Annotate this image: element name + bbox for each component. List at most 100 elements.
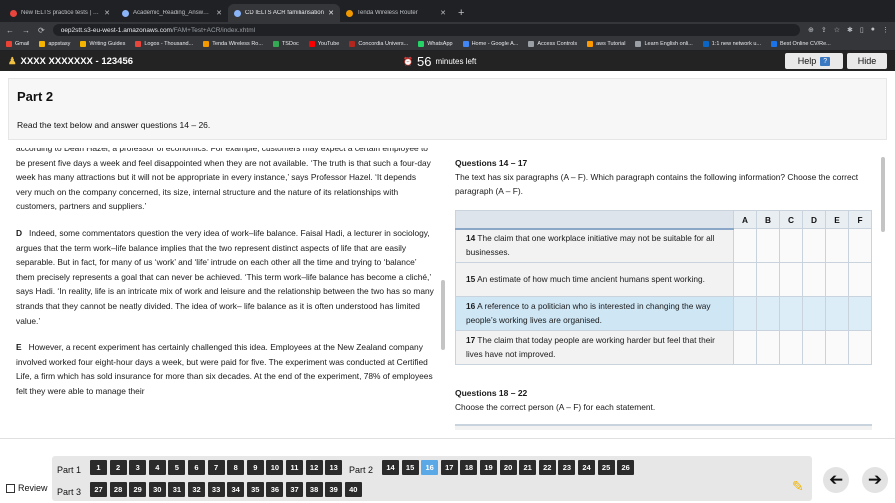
browser-tab[interactable]: Academic_Reading_Answer_l ✕ xyxy=(116,4,228,22)
part3-label[interactable]: Part 3 xyxy=(57,487,81,497)
bookmark-item[interactable]: Writing Guides xyxy=(80,41,125,47)
question-nav-button[interactable]: 4 xyxy=(148,460,166,475)
reload-icon[interactable]: ⟳ xyxy=(38,26,45,35)
question-nav-button[interactable]: 33 xyxy=(207,482,225,497)
question-nav-button[interactable]: 24 xyxy=(578,460,595,475)
question-nav-button[interactable]: 38 xyxy=(305,482,323,497)
bookmark-item[interactable]: Best Online CV/Re... xyxy=(771,41,831,47)
answer-cell[interactable] xyxy=(756,262,780,297)
question-nav-button[interactable]: 16 xyxy=(421,460,439,475)
bookmark-item[interactable]: aws Tutorial xyxy=(587,41,625,47)
question-nav-button[interactable]: 18 xyxy=(460,460,478,475)
url-input[interactable]: oep2stt.s3-eu-west-1.amazonaws.com/FAM+T… xyxy=(52,24,800,36)
answer-cell[interactable] xyxy=(779,262,803,297)
question-nav-button[interactable]: 8 xyxy=(227,460,245,475)
bookmark-star-icon[interactable]: ☆ xyxy=(834,26,840,34)
questions-pane[interactable]: Questions 14 – 17 The text has six parag… xyxy=(447,148,882,430)
question-nav-button[interactable]: 21 xyxy=(519,460,537,475)
question-nav-button[interactable]: 19 xyxy=(480,460,497,475)
question-nav-button[interactable]: 29 xyxy=(129,482,147,497)
passage-scrollbar[interactable] xyxy=(441,280,445,350)
answer-cell[interactable] xyxy=(756,296,780,331)
answer-cell[interactable] xyxy=(848,228,872,263)
pencil-icon[interactable]: ✎ xyxy=(792,478,808,494)
answer-cell[interactable] xyxy=(848,262,872,297)
bookmark-item[interactable]: appstasy xyxy=(39,41,70,47)
question-nav-button[interactable]: 3 xyxy=(129,460,147,475)
menu-icon[interactable]: ⋮ xyxy=(882,26,889,34)
bookmark-item[interactable]: 1:1 new network u... xyxy=(702,41,761,47)
question-nav-button[interactable]: 1 xyxy=(90,460,107,475)
question-nav-button[interactable]: 20 xyxy=(499,460,517,475)
part2-label[interactable]: Part 2 xyxy=(349,465,373,475)
back-icon[interactable]: ← xyxy=(6,26,14,35)
bookmark-item[interactable]: Tenda Wireless Ro... xyxy=(203,41,263,47)
question-nav-button[interactable]: 37 xyxy=(286,482,303,497)
question-nav-button[interactable]: 11 xyxy=(286,460,303,475)
new-tab-icon[interactable]: + xyxy=(458,4,464,22)
next-arrow-button[interactable]: ➔ xyxy=(862,467,888,493)
reading-passage[interactable]: according to Dean Hazel, a professor of … xyxy=(8,148,442,430)
answer-cell[interactable] xyxy=(733,296,757,331)
answer-cell[interactable] xyxy=(733,262,757,297)
answer-cell[interactable] xyxy=(779,330,803,365)
previous-arrow-button[interactable]: ➔ xyxy=(823,467,849,493)
questions-scrollbar[interactable] xyxy=(881,157,885,232)
answer-cell[interactable] xyxy=(825,330,849,365)
part1-label[interactable]: Part 1 xyxy=(57,465,81,475)
question-nav-button[interactable]: 22 xyxy=(538,460,556,475)
zoom-icon[interactable]: ⊕ xyxy=(808,26,814,34)
answer-cell[interactable] xyxy=(848,330,872,365)
question-nav-button[interactable]: 14 xyxy=(382,460,399,475)
browser-tab[interactable]: CD IELTS ACR familiarisation ✕ xyxy=(228,4,340,22)
question-nav-button[interactable]: 6 xyxy=(188,460,205,475)
sidepanel-icon[interactable]: ▯ xyxy=(860,26,864,34)
tab-close-icon[interactable]: ✕ xyxy=(104,9,110,17)
answer-cell[interactable] xyxy=(825,228,849,263)
question-nav-button[interactable]: 34 xyxy=(227,482,245,497)
question-nav-button[interactable]: 39 xyxy=(325,482,343,497)
answer-cell[interactable] xyxy=(779,296,803,331)
answer-cell[interactable] xyxy=(756,228,780,263)
answer-cell[interactable] xyxy=(802,262,826,297)
answer-cell[interactable] xyxy=(825,296,849,331)
answer-cell[interactable] xyxy=(733,228,757,263)
share-icon[interactable]: ⇪ xyxy=(821,26,827,34)
profile-icon[interactable]: ● xyxy=(871,26,875,34)
help-button[interactable]: Help ? xyxy=(785,53,843,69)
question-nav-button[interactable]: 26 xyxy=(617,460,635,475)
bookmark-item[interactable]: Learn English onli... xyxy=(635,41,693,47)
question-nav-button[interactable]: 2 xyxy=(109,460,127,475)
question-nav-button[interactable]: 40 xyxy=(344,482,362,497)
question-nav-button[interactable]: 35 xyxy=(246,482,264,497)
bookmark-item[interactable]: Access Controls xyxy=(528,41,577,47)
bookmark-item[interactable]: Home - Google A... xyxy=(462,41,518,47)
bookmark-item[interactable]: Concordia Univers... xyxy=(349,41,408,47)
forward-icon[interactable]: → xyxy=(22,26,30,35)
browser-tab[interactable]: Tenda Wireless Router ✕ xyxy=(340,4,452,22)
answer-cell[interactable] xyxy=(779,228,803,263)
browser-tab[interactable]: New IELTS practice tests | IDP ✕ xyxy=(4,4,116,22)
answer-cell[interactable] xyxy=(802,228,826,263)
review-checkbox[interactable]: Review xyxy=(6,483,48,493)
answer-cell[interactable] xyxy=(802,296,826,331)
tab-close-icon[interactable]: ✕ xyxy=(328,9,334,17)
question-nav-button[interactable]: 30 xyxy=(148,482,166,497)
question-nav-button[interactable]: 32 xyxy=(188,482,205,497)
tab-close-icon[interactable]: ✕ xyxy=(440,9,446,17)
answer-cell[interactable] xyxy=(802,330,826,365)
bookmark-item[interactable]: Logos - Thousand... xyxy=(135,41,193,47)
question-nav-button[interactable]: 36 xyxy=(266,482,284,497)
answer-cell[interactable] xyxy=(733,330,757,365)
answer-cell[interactable] xyxy=(825,262,849,297)
question-nav-button[interactable]: 28 xyxy=(109,482,127,497)
question-nav-button[interactable]: 10 xyxy=(266,460,284,475)
hide-button[interactable]: Hide xyxy=(847,53,887,69)
bookmark-item[interactable]: Gmail xyxy=(6,41,29,47)
question-nav-button[interactable]: 7 xyxy=(207,460,225,475)
tab-close-icon[interactable]: ✕ xyxy=(216,9,222,17)
bookmark-item[interactable]: WhatsApp xyxy=(418,41,453,47)
question-nav-button[interactable]: 15 xyxy=(401,460,419,475)
answer-cell[interactable] xyxy=(848,296,872,331)
question-nav-button[interactable]: 17 xyxy=(440,460,458,475)
